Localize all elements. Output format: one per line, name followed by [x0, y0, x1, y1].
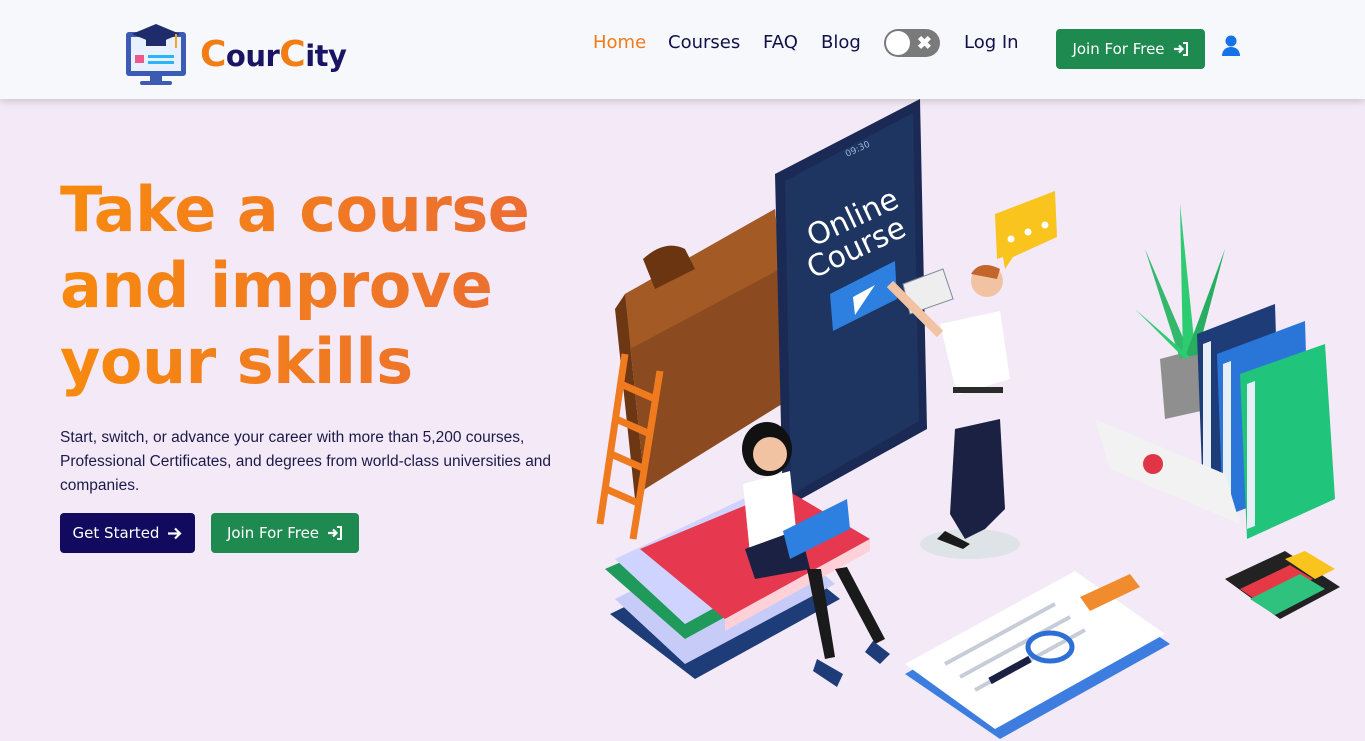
brand-name: CourCity	[200, 33, 347, 75]
brand-letter-c2: C	[279, 33, 306, 75]
nav-blog[interactable]: Blog	[821, 32, 861, 53]
monitor-logo-icon	[126, 24, 186, 85]
online-course-illustration: 09:30 Online Course	[596, 99, 1340, 739]
hero-join-label: Join For Free	[226, 524, 320, 542]
sign-in-icon	[1173, 42, 1188, 56]
hero-title-line-3: your skills	[60, 325, 413, 398]
clipboard-icon	[905, 571, 1170, 739]
hero-title-line-2: and improve	[60, 249, 493, 322]
brand-part: our	[225, 38, 280, 73]
hero-title-line-1: Take a course	[60, 173, 530, 246]
nav-faq[interactable]: FAQ	[763, 32, 798, 53]
user-icon[interactable]	[1221, 35, 1241, 57]
close-icon: ✖	[916, 33, 932, 53]
theme-toggle[interactable]: ✖	[884, 29, 940, 57]
top-navbar: CourCity Home Courses FAQ Blog ✖ Log In …	[0, 0, 1365, 99]
hero-title: Take a course and improve your skills	[60, 172, 580, 400]
toggle-knob	[886, 31, 910, 55]
logo[interactable]: CourCity	[124, 22, 347, 86]
login-link[interactable]: Log In	[964, 32, 1019, 53]
nav-courses[interactable]: Courses	[668, 32, 740, 53]
get-started-label: Get Started	[72, 524, 160, 542]
arrow-right-icon	[168, 527, 183, 539]
nav-home[interactable]: Home	[593, 32, 646, 53]
join-button-label: Join For Free	[1072, 40, 1165, 58]
brand-part2: ity	[305, 38, 347, 73]
chat-bubble-icon	[995, 191, 1057, 269]
join-for-free-button[interactable]: Join For Free	[1056, 29, 1205, 69]
hero-subtitle: Start, switch, or advance your career wi…	[60, 429, 552, 494]
hero-join-for-free-button[interactable]: Join For Free	[211, 513, 359, 553]
get-started-button[interactable]: Get Started	[60, 513, 195, 553]
brand-letter-c: C	[200, 33, 226, 75]
markers-icon	[1225, 551, 1340, 619]
sign-in-icon	[328, 526, 343, 540]
